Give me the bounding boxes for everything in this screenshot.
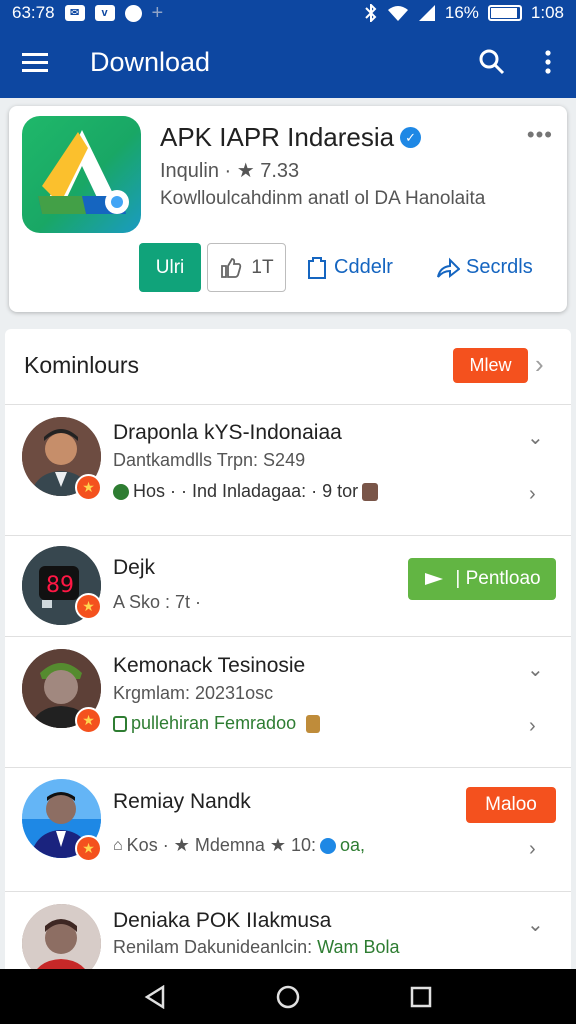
bluetooth-icon	[365, 4, 377, 22]
bookmark-icon	[308, 256, 326, 279]
back-icon[interactable]	[144, 984, 166, 1009]
thumbs-up-icon	[221, 257, 242, 278]
row-subtitle: A Sko : 7t ·	[113, 592, 202, 612]
developers-section: Kominlours Mlew › ★ Draponla kYS-Indonai…	[5, 329, 571, 989]
star-badge-icon: ★	[75, 835, 102, 862]
overflow-menu-button[interactable]	[520, 26, 576, 98]
save-link-button[interactable]: Cddelr	[306, 243, 393, 292]
overflow-icon	[545, 50, 551, 74]
row-name: Kemonack Tesinosie	[113, 654, 306, 677]
section-title: Kominlours	[24, 352, 140, 378]
follow-button[interactable]: Maloo	[466, 787, 556, 823]
row-tags-text: pullehiran Femradoo	[131, 713, 297, 733]
recents-icon[interactable]	[410, 986, 432, 1008]
plus-icon: +	[151, 1, 164, 24]
app-meta: Inqulin · ★ 7.33	[160, 160, 300, 182]
section-header: Kominlours Mlew ›	[5, 329, 571, 405]
share-link-label: Secrdls	[466, 256, 533, 278]
share-icon	[437, 257, 460, 278]
sticker-icon	[362, 482, 379, 501]
battery-icon	[487, 5, 522, 21]
app-bar: Download	[0, 26, 576, 98]
status-bar: 63:78 ✉ v + 16% 1:08	[0, 0, 576, 26]
expand-arrow-icon[interactable]: ›	[529, 838, 536, 861]
app-card-more-button[interactable]: •••	[527, 122, 553, 148]
tag-icon	[113, 715, 127, 732]
chevron-down-icon[interactable]: ⌄	[527, 425, 544, 450]
battery-percent: 16%	[444, 3, 479, 22]
row-subtitle: Renilam Dakunideanlcin: Wam Bola	[113, 937, 399, 958]
row-name: Draponla kYS-Indonaiaa	[113, 421, 342, 444]
follow-button-label: Maloo	[485, 794, 537, 815]
list-item[interactable]: 89 ★ Dejk A Sko : 7t · | Pentloao	[5, 536, 571, 637]
message-icon: ✉	[64, 5, 85, 21]
list-item[interactable]: ★ Kemonack Tesinosie Krgmlam: 20231osc p…	[5, 637, 571, 768]
chevron-down-icon[interactable]: ⌄	[527, 657, 544, 682]
row-name: Dejk	[113, 556, 156, 579]
row-subtitle: Krgmlam: 20231osc	[113, 683, 274, 703]
system-nav-bar	[0, 969, 576, 1024]
row-name: Deniaka POK IIakmusa	[113, 909, 332, 932]
install-button[interactable]: Ulri	[139, 243, 201, 292]
app-card: APK IAPR Indaresia ✓ ••• Inqulin · ★ 7.3…	[9, 106, 567, 312]
verified-icon	[320, 837, 337, 854]
like-button[interactable]: 1T	[207, 243, 286, 292]
check-circle-icon	[113, 483, 129, 500]
app-name: APK IAPR Indaresia ✓	[160, 122, 422, 153]
list-item[interactable]: ★ Draponla kYS-Indonaiaa Dantkamdlls Trp…	[5, 405, 571, 536]
row-subtitle: Dantkamdlls Trpn: S249	[113, 450, 306, 470]
row-subtitle: ⌂ Kos · ★ Mdemna ★ 10: oa,	[113, 835, 365, 856]
status-left-text: 63:78	[12, 3, 55, 22]
expand-arrow-icon[interactable]: ›	[529, 715, 536, 738]
menu-icon	[22, 53, 48, 72]
wifi-icon	[387, 6, 408, 21]
app-notification-icon	[124, 4, 142, 22]
star-badge-icon: ★	[75, 593, 102, 620]
status-time: 1:08	[530, 3, 564, 22]
list-item[interactable]: ★ Remiay Nandk ⌂ Kos · ★ Mdemna ★ 10: oa…	[5, 768, 571, 892]
menu-button[interactable]	[0, 26, 70, 98]
page-title: Download	[90, 46, 211, 77]
row-tags-text: Hos · · Ind Inladagaa: · 9 tor	[133, 481, 359, 501]
notification-icon: v	[94, 5, 115, 21]
sticker-icon	[306, 714, 321, 733]
svg-text:89: 89	[46, 573, 74, 598]
save-link-label: Cddelr	[334, 256, 393, 278]
verified-icon: ✓	[400, 127, 422, 148]
row-tags: Hos · · Ind Inladagaa: · 9 tor	[113, 481, 379, 502]
search-icon	[479, 49, 505, 75]
search-button[interactable]	[464, 26, 520, 98]
signal-icon	[418, 5, 435, 21]
like-count: 1T	[251, 256, 274, 278]
star-badge-icon: ★	[75, 474, 102, 501]
download-button[interactable]: | Pentloao	[408, 558, 556, 600]
chevron-right-icon[interactable]: ›	[535, 349, 544, 380]
app-name-text: APK IAPR Indaresia	[160, 122, 395, 152]
home-icon[interactable]	[275, 984, 301, 1010]
row-subtitle-tail: oa,	[340, 835, 366, 855]
app-logo-icon[interactable]	[22, 116, 141, 233]
home-small-icon: ⌂	[113, 836, 123, 854]
expand-arrow-icon[interactable]: ›	[529, 483, 536, 506]
app-description: Kowlloulcahdinm anatl ol⁠ DA Hanolaita	[160, 188, 486, 209]
section-more-button[interactable]: Mlew	[453, 348, 528, 383]
row-subtitle-text: Kos · ★ Mdemna ★ 10:	[126, 835, 317, 855]
row-tags: pullehiran Femradoo	[113, 713, 321, 734]
download-button-label: | Pentloao	[455, 568, 541, 589]
row-subtitle-tail: Wam Bola	[317, 937, 400, 957]
play-icon	[425, 573, 444, 585]
share-link-button[interactable]: Secrdls	[436, 243, 533, 292]
star-badge-icon: ★	[75, 707, 102, 734]
chevron-down-icon[interactable]: ⌄	[527, 912, 544, 937]
row-subtitle-text: Renilam Dakunideanlcin:	[113, 937, 313, 957]
row-name: Remiay Nandk	[113, 790, 251, 813]
